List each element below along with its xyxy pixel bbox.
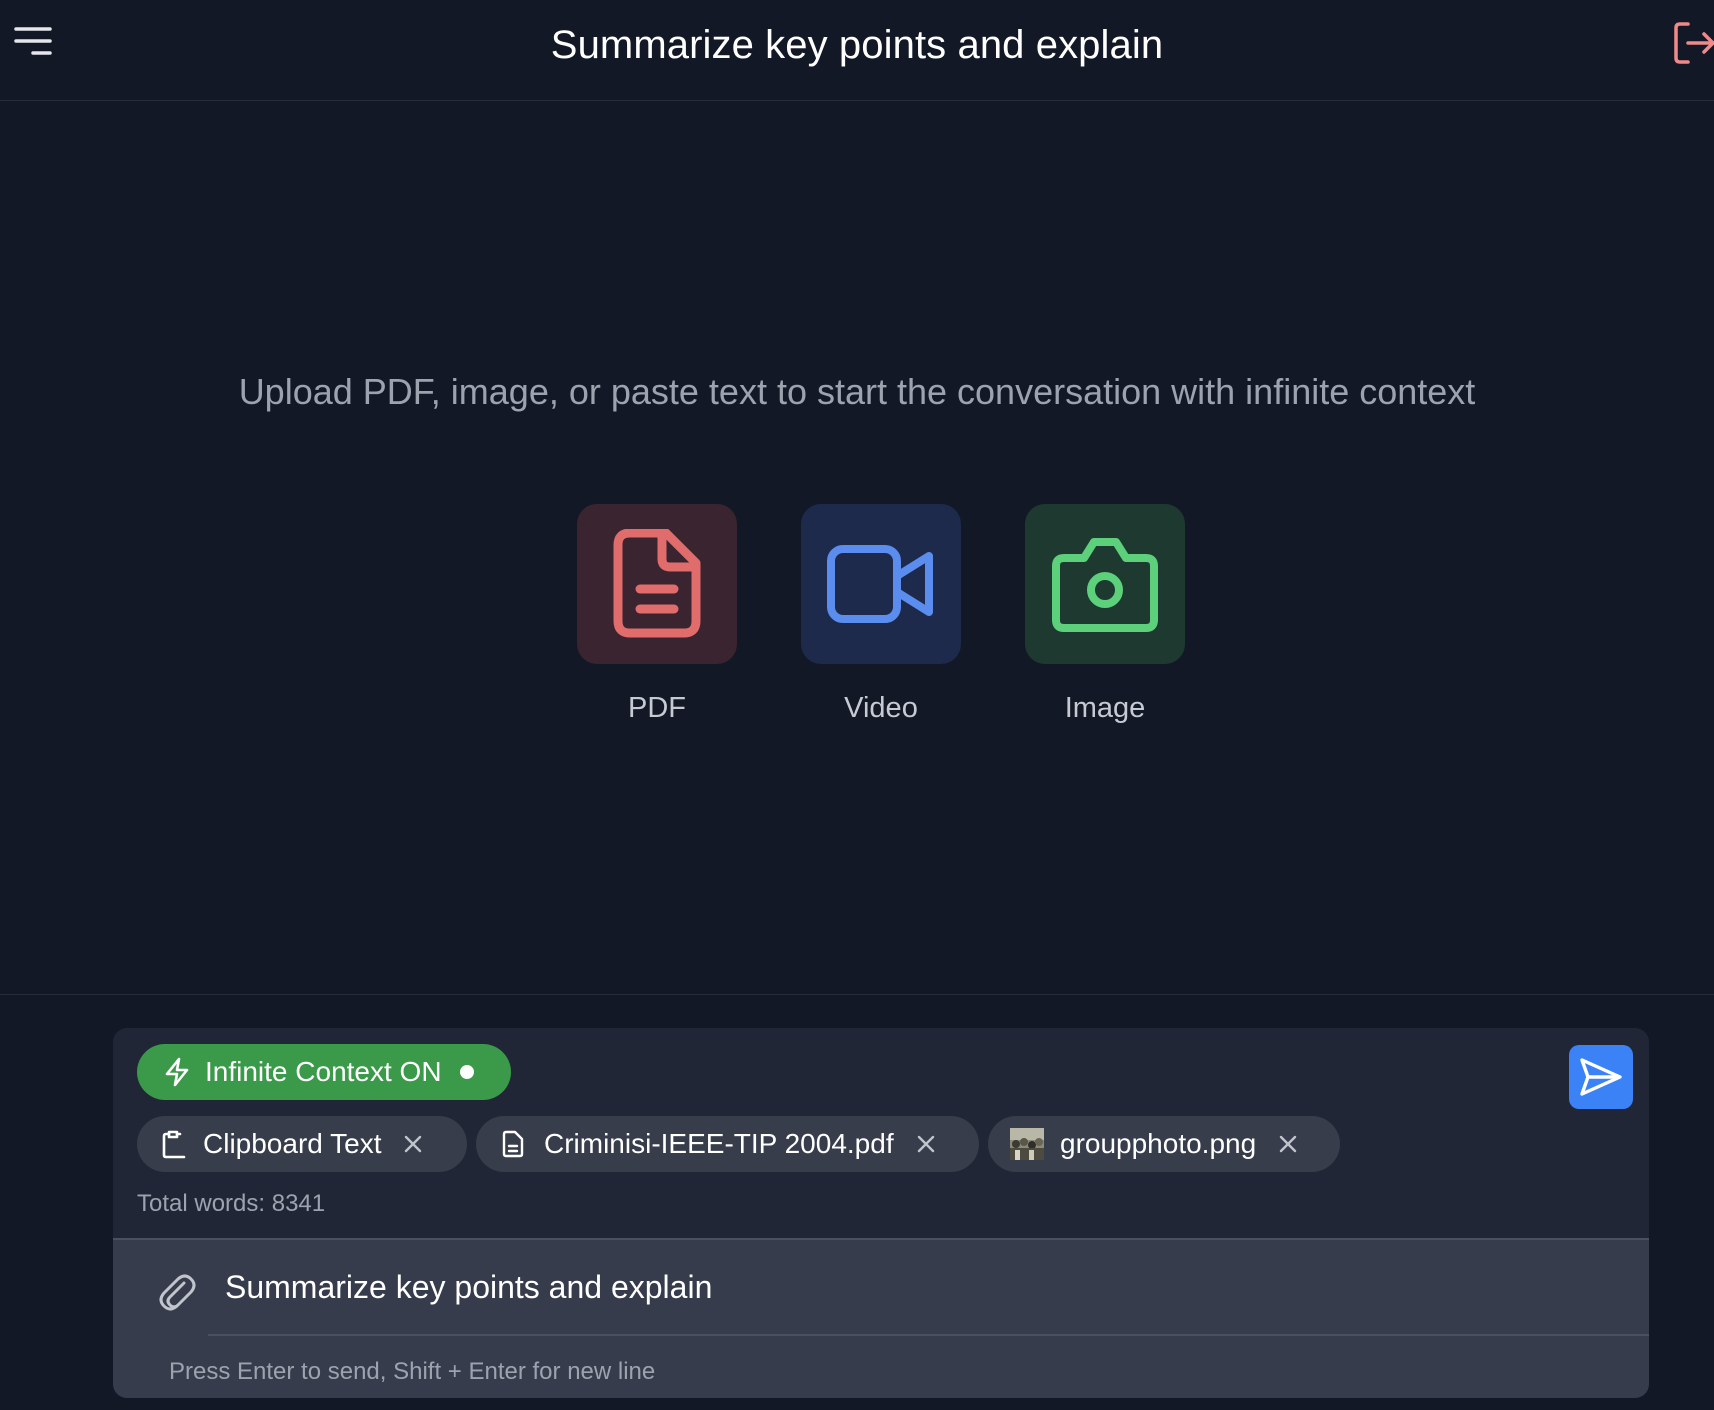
- remove-attachment-close-icon[interactable]: [916, 1134, 936, 1154]
- remove-attachment-close-icon[interactable]: [1278, 1134, 1298, 1154]
- upload-pdf-box[interactable]: [577, 504, 737, 664]
- video-camera-icon: [827, 545, 933, 623]
- upload-image-label: Image: [1064, 692, 1146, 724]
- send-icon: [1580, 1058, 1622, 1096]
- upload-pdf-label: PDF: [628, 692, 686, 724]
- attachment-chip-pdf[interactable]: Criminisi-IEEE-TIP 2004.pdf: [476, 1116, 979, 1172]
- page-title: Summarize key points and explain: [550, 22, 1164, 67]
- attachment-name: Criminisi-IEEE-TIP 2004.pdf: [544, 1128, 894, 1159]
- app: Summarize key points and explain Upload …: [0, 0, 1714, 1410]
- attachment-name: groupphoto.png: [1060, 1128, 1257, 1159]
- upload-prompt: Upload PDF, image, or paste text to star…: [238, 371, 1476, 412]
- attachment-chip-clipboard[interactable]: Clipboard Text: [137, 1116, 467, 1172]
- infinite-context-toggle[interactable]: Infinite Context ON: [137, 1044, 511, 1100]
- upload-video-label: Video: [844, 692, 918, 724]
- status-dot: [459, 1065, 474, 1079]
- total-words-count: Total words: 8341: [137, 1190, 326, 1217]
- remove-attachment-close-icon[interactable]: [403, 1134, 423, 1154]
- file-text-icon: [613, 529, 701, 638]
- attachment-chip-image[interactable]: groupphoto.png: [988, 1116, 1340, 1172]
- infinite-context-label: Infinite Context ON: [205, 1056, 442, 1087]
- paperclip-icon[interactable]: [157, 1270, 197, 1314]
- send-button[interactable]: [1569, 1045, 1633, 1109]
- upload-image-box[interactable]: [1025, 504, 1185, 664]
- upload-pdf-button[interactable]: PDF: [577, 504, 737, 725]
- lightning-icon: [165, 1057, 189, 1087]
- upload-video-button[interactable]: Video: [801, 504, 961, 725]
- document-icon: [502, 1130, 524, 1158]
- upload-image-button[interactable]: Image: [1025, 504, 1185, 725]
- composer: Infinite Context ON Clipboard Text Crimi…: [113, 1028, 1649, 1398]
- hamburger-menu-icon[interactable]: [14, 24, 56, 60]
- message-input[interactable]: [225, 1254, 1625, 1320]
- upload-video-box[interactable]: [801, 504, 961, 664]
- keyboard-hint: Press Enter to send, Shift + Enter for n…: [169, 1358, 656, 1385]
- camera-icon: [1052, 538, 1158, 632]
- logout-icon[interactable]: [1672, 20, 1714, 66]
- attachment-name: Clipboard Text: [203, 1128, 382, 1159]
- message-input-area: Press Enter to send, Shift + Enter for n…: [113, 1238, 1649, 1398]
- main-area: Upload PDF, image, or paste text to star…: [0, 101, 1714, 995]
- header: Summarize key points and explain: [0, 0, 1714, 101]
- image-thumbnail: [1010, 1128, 1044, 1160]
- clipboard-icon: [162, 1130, 186, 1159]
- input-divider: [208, 1334, 1649, 1336]
